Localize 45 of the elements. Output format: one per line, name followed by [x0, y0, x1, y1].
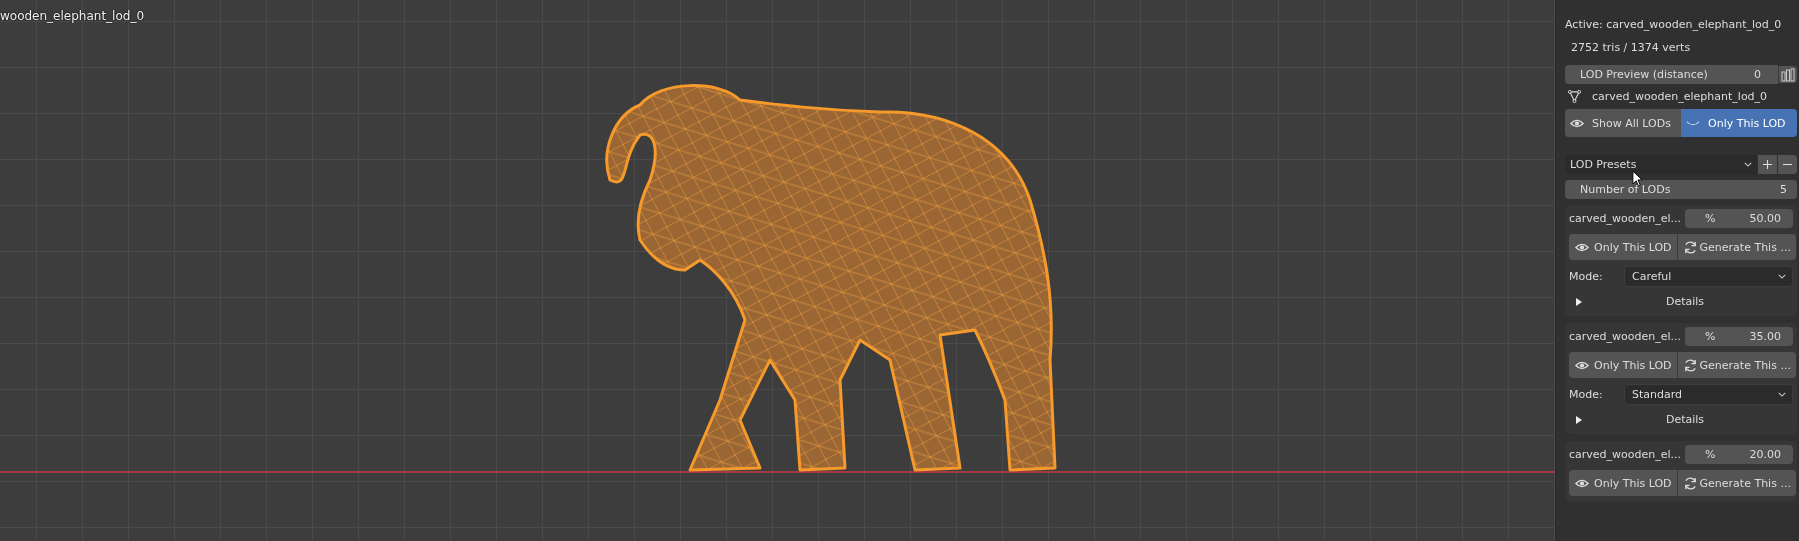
plus-icon — [1763, 160, 1772, 169]
mode-dropdown[interactable]: Standard — [1624, 384, 1793, 405]
lod-name-label: carved_wooden_el... — [1569, 448, 1683, 461]
eye-icon — [1575, 477, 1589, 489]
generate-button[interactable]: Generate This ... — [1676, 352, 1796, 378]
mode-dropdown[interactable]: Careful — [1624, 266, 1793, 287]
bars-icon — [1781, 68, 1795, 82]
chevron-down-icon — [1778, 274, 1786, 279]
refresh-icon — [1682, 239, 1698, 255]
mesh-name-label: carved_wooden_elephant_lod_0 — [1592, 90, 1768, 103]
ratio-field[interactable]: % 50.00 — [1685, 209, 1793, 228]
lod-name-label: carved_wooden_el... — [1569, 330, 1683, 343]
details-toggle[interactable]: Details — [1583, 295, 1787, 308]
remove-preset-button[interactable] — [1778, 155, 1797, 174]
chevron-down-icon — [1778, 392, 1786, 397]
eye-icon — [1575, 359, 1589, 371]
mode-label: Mode: — [1569, 270, 1604, 283]
object-name-label: wooden_elephant_lod_0 — [0, 9, 145, 23]
mesh-triangle-icon — [1568, 90, 1581, 103]
mode-label: Mode: — [1569, 388, 1604, 401]
details-toggle[interactable]: Details — [1583, 413, 1787, 426]
only-this-lod-button[interactable]: Only This LOD — [1569, 352, 1677, 378]
number-of-lods-field[interactable]: Number of LODs 5 — [1565, 180, 1797, 199]
eye-icon — [1570, 117, 1584, 129]
only-this-lod-button[interactable]: Only This LOD — [1569, 234, 1677, 260]
chevron-down-icon — [1744, 162, 1752, 167]
refresh-icon — [1682, 475, 1698, 491]
mouse-pointer-icon — [1632, 170, 1643, 187]
ratio-field[interactable]: % 35.00 — [1685, 327, 1793, 346]
generate-button[interactable]: Generate This ... — [1676, 234, 1796, 260]
view-mode-toggle[interactable]: Only This LOD — [1681, 109, 1797, 137]
lod-presets-dropdown[interactable]: LOD Presets — [1565, 155, 1757, 174]
active-object-label: Active: carved_wooden_elephant_lod_0 — [1564, 18, 1783, 33]
only-this-lod-button[interactable]: Only This LOD — [1569, 470, 1677, 496]
lod-preview-field[interactable]: LOD Preview (distance) 0 — [1565, 65, 1778, 84]
preview-options-button[interactable] — [1778, 66, 1797, 83]
eye-icon — [1575, 241, 1589, 253]
add-preset-button[interactable] — [1758, 155, 1777, 174]
closed-eye-icon — [1686, 119, 1700, 127]
generate-button[interactable]: Generate This ... — [1676, 470, 1796, 496]
mesh-stats-label: 2752 tris / 1374 verts — [1570, 41, 1692, 56]
lod-name-label: carved_wooden_el... — [1569, 212, 1683, 225]
refresh-icon — [1682, 357, 1698, 373]
ratio-field[interactable]: % 20.00 — [1685, 445, 1793, 464]
view-mode-toggle[interactable]: Show All LODs — [1565, 109, 1681, 137]
